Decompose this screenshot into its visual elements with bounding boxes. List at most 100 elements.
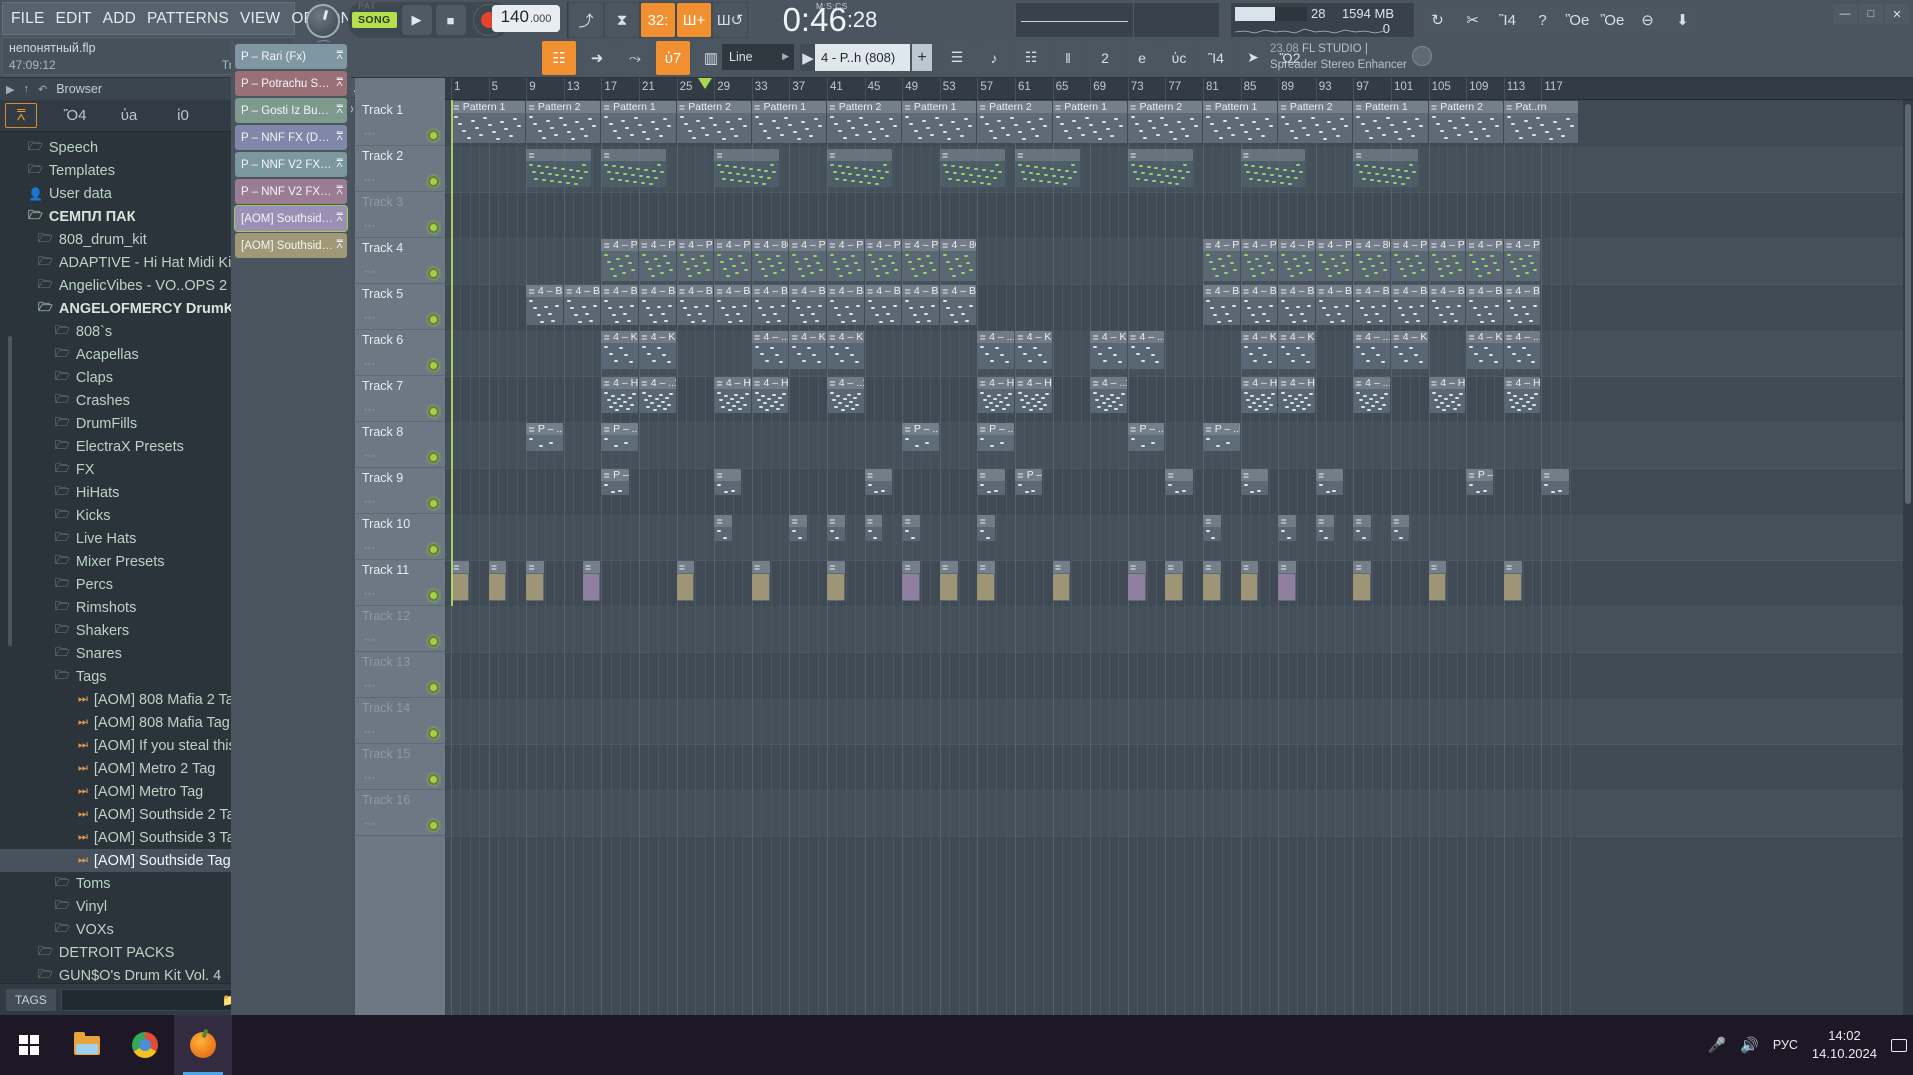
track-options-icon[interactable]: ⋯ xyxy=(364,587,375,600)
link-icon[interactable]: ὑ7 xyxy=(656,41,690,75)
playlist-clip[interactable]: ≣4 – Ba.. – SNARE xyxy=(1241,285,1278,325)
track-enable-led[interactable] xyxy=(428,222,439,233)
close-button[interactable]: ✕ xyxy=(1885,4,1909,24)
track-options-icon[interactable]: ⋯ xyxy=(364,771,375,784)
track-enable-led[interactable] xyxy=(428,820,439,831)
playlist-clip[interactable]: ≣Pattern 1 xyxy=(1203,101,1277,143)
track-header[interactable]: Track 9⋯ xyxy=(355,468,445,514)
playlist-clip[interactable]: ≣4 – 808 xyxy=(940,239,977,281)
undo-history-icon[interactable]: ↻ xyxy=(1421,4,1454,37)
playlist-clip[interactable]: ≣4 – Kick (21) xyxy=(1391,331,1428,369)
playlist-clip[interactable]: ≣P – ..(FX) xyxy=(601,469,628,495)
playlist-clip[interactable]: ≣4 – Kick (21) xyxy=(1241,331,1278,369)
track-options-icon[interactable]: ⋯ xyxy=(364,173,375,186)
playlist-clip[interactable]: ≣4 – Ba.. – SNARE xyxy=(564,285,601,325)
menu-add[interactable]: ADD xyxy=(103,10,136,28)
playlist-clip[interactable]: ≣4 – Hat (1) xyxy=(714,377,751,413)
playlist-clip[interactable]: ≣4 – P – ..oh (808) xyxy=(865,239,902,281)
up-arrow-icon[interactable]: ↑ xyxy=(23,83,29,95)
timeline-ruler[interactable]: 1591317212529333741454953576165697377818… xyxy=(445,78,1913,100)
track-header[interactable]: Track 3⋯ xyxy=(355,192,445,238)
playlist-clip[interactable]: ≣4 – Kick (21) xyxy=(601,331,638,369)
playlist-clip[interactable]: ≣ xyxy=(865,469,892,495)
track-enable-led[interactable] xyxy=(428,774,439,785)
track-header[interactable]: Track 7⋯ xyxy=(355,376,445,422)
playlist-clip[interactable]: ≣P – ..Fx) xyxy=(977,423,1014,451)
playlist-clip[interactable]: ≣ xyxy=(1241,469,1268,495)
track-options-icon[interactable]: ⋯ xyxy=(364,311,375,324)
track-options-icon[interactable]: ⋯ xyxy=(364,265,375,278)
language-indicator[interactable]: РУС xyxy=(1773,1038,1798,1052)
playlist-grid[interactable]: ≣Pattern 1≣Pattern 2≣Pattern 1≣Pattern 2… xyxy=(445,100,1913,1075)
playlist-clip[interactable]: ≣4 – Hat (1) xyxy=(752,377,789,413)
browser-tab-file-tab[interactable]: Ὄ4 xyxy=(59,103,91,128)
playlist-clip[interactable]: ≣ xyxy=(1015,149,1080,187)
piano-roll-icon[interactable]: ♪ xyxy=(977,42,1011,73)
playlist-clip[interactable]: ≣4 – Kick (21) xyxy=(827,331,864,369)
oscilloscope-panel[interactable] xyxy=(1015,2,1220,38)
speaker-icon[interactable]: 🔊 xyxy=(1740,1036,1759,1054)
playlist-clip[interactable]: ≣4 – Hat (1) xyxy=(1429,377,1466,413)
playlist-clip[interactable]: ≣Pattern 1 xyxy=(601,101,675,143)
playlist-clip[interactable]: ≣P – ..Fx) xyxy=(902,423,939,451)
menu-file[interactable]: FILE xyxy=(11,10,45,28)
file-explorer-button[interactable] xyxy=(58,1015,116,1075)
playlist-clip[interactable]: ≣Pattern 1 xyxy=(902,101,976,143)
master-volume-knob[interactable] xyxy=(306,4,340,38)
playlist-clip[interactable]: ≣4 – Ba.. – SNARE xyxy=(1316,285,1353,325)
track-header[interactable]: Track 15⋯ xyxy=(355,744,445,790)
playlist-clip[interactable]: ≣4 – P – ..oh (808) xyxy=(789,239,826,281)
channel-item[interactable]: P – NNF FX (Drill 7)⩞ xyxy=(235,125,347,150)
audio-clip-waveform[interactable] xyxy=(1504,574,1521,600)
track-enable-led[interactable] xyxy=(428,314,439,325)
track-header[interactable]: Track 8⋯ xyxy=(355,422,445,468)
playlist-clip[interactable]: ≣4 – Ba.. – SNARE xyxy=(1391,285,1428,325)
browser-tab-globe-tab[interactable]: ἱ0 xyxy=(167,103,199,128)
help-icon[interactable]: ? xyxy=(1526,4,1559,37)
playlist-clip[interactable]: ≣Pattern 2 xyxy=(977,101,1051,143)
playlist-clip[interactable]: ≣Pattern 1 xyxy=(1353,101,1427,143)
add-pattern-button[interactable]: + xyxy=(912,44,932,71)
track-options-icon[interactable]: ⋯ xyxy=(364,679,375,692)
track-options-icon[interactable]: ⋯ xyxy=(364,725,375,738)
track-options-icon[interactable]: ⋯ xyxy=(364,219,375,232)
playlist-clip[interactable]: ≣4 – P – ..oh (808) xyxy=(1278,239,1315,281)
audio-clip-waveform[interactable] xyxy=(583,574,600,600)
playlist-clip[interactable]: ≣4 – Ba.. – SNARE xyxy=(714,285,751,325)
playlist-clip[interactable]: ≣4 – ..1) xyxy=(752,331,789,369)
track-header[interactable]: Track 14⋯ xyxy=(355,698,445,744)
playlist-clip[interactable]: ≣Pattern 1 xyxy=(752,101,826,143)
playlist-clip[interactable]: ≣ xyxy=(865,515,883,541)
notification-icon[interactable] xyxy=(1891,1039,1907,1052)
track-header[interactable]: Track 10⋯ xyxy=(355,514,445,560)
wait-for-input-icon[interactable]: 32: xyxy=(641,3,675,37)
play-button[interactable]: ▶ xyxy=(402,5,432,35)
playlist-clip[interactable]: ≣ xyxy=(902,515,920,541)
track-lane[interactable] xyxy=(445,422,1913,468)
playlist-clip[interactable]: ≣Pattern 2 xyxy=(526,101,600,143)
playlist-clip[interactable]: ≣4 – Kick (21) xyxy=(639,331,676,369)
audio-clip-waveform[interactable] xyxy=(526,574,543,600)
audio-clip-waveform[interactable] xyxy=(940,574,957,600)
channel-item[interactable]: [AOM] Southside Tag⩞ xyxy=(235,233,347,258)
playlist-clip[interactable]: ≣Pattern 2 xyxy=(827,101,901,143)
save-icon[interactable]: Ὃe xyxy=(1561,4,1594,37)
minimize-button[interactable]: — xyxy=(1833,4,1857,24)
chrome-button[interactable] xyxy=(116,1015,174,1075)
playlist-clip[interactable]: ≣Pattern 2 xyxy=(1128,101,1202,143)
track-options-icon[interactable]: ⋯ xyxy=(364,449,375,462)
playlist-clip[interactable]: ≣4 – Ban.. – SNARE xyxy=(601,285,638,325)
pattern-selector[interactable]: 4 - P..h (808) xyxy=(815,44,910,71)
playlist-clip[interactable]: ≣Pattern 2 xyxy=(1278,101,1352,143)
playlist-clip[interactable]: ≣4 – 808 xyxy=(752,239,789,281)
playlist-clip[interactable]: ≣4 – Ban.. – SNARE xyxy=(902,285,939,325)
playlist-clip[interactable]: ≣4 – P – ..oh (808) xyxy=(714,239,751,281)
playlist-clip[interactable]: ≣4 – Hat (1) xyxy=(977,377,1014,413)
playlist-clip[interactable]: ≣4 – P – ..oh (808) xyxy=(1203,239,1240,281)
playlist-clip[interactable]: ≣ xyxy=(526,149,591,187)
playlist-clip[interactable]: ≣4 – Ba.. – SNARE xyxy=(865,285,902,325)
playlist-clip[interactable]: ≣4 – ..1) xyxy=(1353,331,1390,369)
playlist-clip[interactable]: ≣4 – Ban.. – SNARE xyxy=(1203,285,1240,325)
audio-clip-waveform[interactable] xyxy=(752,574,769,600)
track-enable-led[interactable] xyxy=(428,544,439,555)
